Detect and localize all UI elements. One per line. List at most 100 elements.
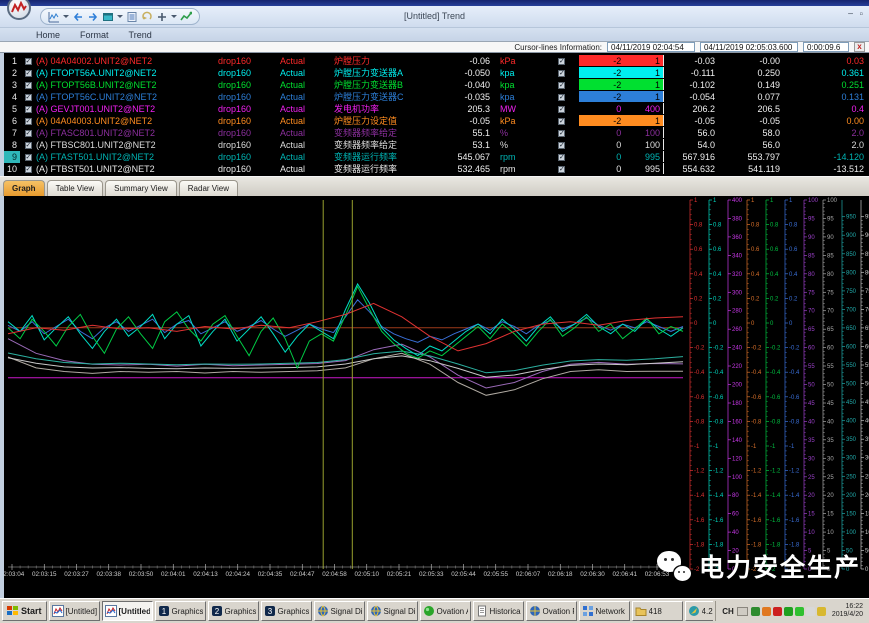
tray-icon-vpn[interactable] bbox=[751, 607, 760, 616]
g1-icon: 1 bbox=[158, 605, 170, 617]
axis-freq-setpoint-b: 1009590858075706560555045403530252015105… bbox=[823, 198, 838, 573]
scale-range[interactable]: -21 bbox=[579, 79, 664, 90]
taskbar-button[interactable]: [Untitled] T... bbox=[102, 601, 153, 621]
taskbar-button[interactable]: Historical Re... bbox=[473, 601, 524, 621]
tab-summary-view[interactable]: Summary View bbox=[105, 180, 177, 196]
start-button[interactable]: Start bbox=[2, 601, 47, 621]
table-row[interactable]: 5✓(A) GEVJT001.UNIT2@NET2drop160Actual发电… bbox=[4, 103, 869, 115]
taskbar-button[interactable]: Signal Diagra... bbox=[314, 601, 365, 621]
cursor2-value: -0.00 bbox=[719, 55, 784, 67]
pen-visible-checkbox[interactable]: ✓ bbox=[20, 91, 36, 103]
pen-visible-checkbox[interactable]: ✓ bbox=[20, 115, 36, 127]
scale-checkbox[interactable]: ✓ bbox=[544, 163, 579, 175]
tab-table-view[interactable]: Table View bbox=[47, 180, 104, 196]
pen-visible-checkbox[interactable]: ✓ bbox=[20, 163, 36, 175]
tray-icon-network[interactable] bbox=[784, 607, 793, 616]
tab-radar-view[interactable]: Radar View bbox=[179, 180, 238, 196]
checkbox-icon: ✓ bbox=[25, 70, 32, 77]
drop-name: drop160 bbox=[206, 79, 266, 91]
tag-name: (A) FTOPT56B.UNIT2@NET2 bbox=[36, 79, 206, 91]
tab-graph[interactable]: Graph bbox=[3, 180, 45, 196]
scale-range[interactable]: 0995 bbox=[579, 151, 664, 162]
pen-visible-checkbox[interactable]: ✓ bbox=[20, 67, 36, 79]
cursor-end-time: 04/11/2019 02:05:03.600 bbox=[700, 42, 798, 52]
scale-range[interactable]: -21 bbox=[579, 115, 664, 126]
axis-tick-label: 250 bbox=[846, 474, 857, 480]
scale-checkbox[interactable]: ✓ bbox=[544, 67, 579, 79]
ribbon-tab-format[interactable]: Format bbox=[80, 30, 109, 40]
taskbar-button[interactable]: Ovation Alar... bbox=[420, 601, 471, 621]
mode-label: Actual bbox=[266, 103, 318, 115]
pen-visible-checkbox[interactable]: ✓ bbox=[20, 55, 36, 67]
scale-checkbox[interactable]: ✓ bbox=[544, 55, 579, 67]
tray-icon-alert[interactable] bbox=[773, 607, 782, 616]
scale-range[interactable]: -21 bbox=[579, 91, 664, 102]
scale-range[interactable]: 0100 bbox=[579, 127, 664, 138]
axis-tick-label: -0.4 bbox=[751, 370, 762, 376]
axis-tick-label: -1.6 bbox=[713, 518, 724, 524]
axis-tick-label: 1 bbox=[770, 198, 774, 204]
table-row[interactable]: 2✓(A) FTOPT56A.UNIT2@NET2drop160Actual炉膛… bbox=[4, 67, 869, 79]
scale-max: 1 bbox=[623, 67, 663, 78]
scale-range[interactable]: -21 bbox=[579, 67, 664, 78]
globe-icon bbox=[370, 605, 382, 617]
restore-button[interactable]: ▫ bbox=[859, 9, 863, 20]
taskbar-button[interactable]: [Untitled] Tr... bbox=[49, 601, 100, 621]
taskbar-button[interactable]: Signal Diagra... bbox=[367, 601, 418, 621]
taskbar-button[interactable]: Ovation Poin... bbox=[526, 601, 577, 621]
table-row[interactable]: 9✓(A) FTAST501.UNIT2@NET2drop160Actual变频… bbox=[4, 151, 869, 163]
scale-range[interactable]: 0995 bbox=[579, 163, 664, 174]
pen-visible-checkbox[interactable]: ✓ bbox=[20, 127, 36, 139]
scale-checkbox[interactable]: ✓ bbox=[544, 79, 579, 91]
axis-tick-label: 40 bbox=[827, 419, 834, 425]
axis-tick-label: 450 bbox=[846, 400, 857, 406]
keyboard-icon[interactable] bbox=[737, 607, 748, 616]
tray-icon-update[interactable] bbox=[817, 607, 826, 616]
table-row[interactable]: 8✓(A) FTBSC801.UNIT2@NET2drop160Actual变频… bbox=[4, 139, 869, 151]
tray-icon-status[interactable] bbox=[795, 607, 804, 616]
trend-plot[interactable]: 02:03:0402:03:1502:03:2702:03:3802:03:50… bbox=[4, 196, 869, 598]
row-number: 5 bbox=[4, 103, 20, 115]
scale-checkbox[interactable]: ✓ bbox=[544, 103, 579, 115]
table-row[interactable]: 10✓(A) FTBST501.UNIT2@NET2drop160Actual变… bbox=[4, 163, 869, 175]
value-axes: 10.80.60.40.20-0.2-0.4-0.6-0.8-1-1.2-1.4… bbox=[690, 198, 869, 573]
time-tick-label: 02:03:50 bbox=[129, 571, 154, 578]
ribbon-tab-home[interactable]: Home bbox=[36, 30, 60, 40]
scale-range[interactable]: 0400 bbox=[579, 103, 664, 114]
table-row[interactable]: 3✓(A) FTOPT56B.UNIT2@NET2drop160Actual炉膛… bbox=[4, 79, 869, 91]
axis-tick-label: 20 bbox=[827, 493, 834, 499]
pen-visible-checkbox[interactable]: ✓ bbox=[20, 103, 36, 115]
table-row[interactable]: 1✓(A) 04A04002.UNIT2@NET2drop160Actual炉膛… bbox=[4, 55, 869, 67]
table-row[interactable]: 4✓(A) FTOPT56C.UNIT2@NET2drop160Actual炉膛… bbox=[4, 91, 869, 103]
taskbar-button[interactable]: 3Graphics - -... bbox=[261, 601, 312, 621]
scale-checkbox[interactable]: ✓ bbox=[544, 151, 579, 163]
taskbar-button[interactable]: 4.2负压调... bbox=[685, 601, 714, 621]
tray-icon-volume[interactable] bbox=[762, 607, 771, 616]
taskbar-button[interactable]: Network and... bbox=[579, 601, 630, 621]
table-row[interactable]: 7✓(A) FTASC801.UNIT2@NET2drop160Actual变频… bbox=[4, 127, 869, 139]
close-cursor-info-icon[interactable]: x bbox=[854, 42, 865, 52]
tray-icon-flag[interactable] bbox=[806, 607, 815, 616]
pen-visible-checkbox[interactable]: ✓ bbox=[20, 151, 36, 163]
scale-checkbox[interactable]: ✓ bbox=[544, 139, 579, 151]
axis-tick-label: 0.2 bbox=[713, 296, 722, 302]
language-indicator[interactable]: CH bbox=[722, 607, 734, 616]
taskbar-button[interactable]: 1Graphics - -... bbox=[155, 601, 206, 621]
cursor1-value: 56.0 bbox=[664, 127, 719, 139]
ribbon-tab-trend[interactable]: Trend bbox=[129, 30, 152, 40]
taskbar-button[interactable]: 2Graphics - -... bbox=[208, 601, 259, 621]
table-row[interactable]: 6✓(A) 04A04003.UNIT2@NET2drop160Actual炉膛… bbox=[4, 115, 869, 127]
pen-visible-checkbox[interactable]: ✓ bbox=[20, 79, 36, 91]
scale-range[interactable]: 0100 bbox=[579, 139, 664, 150]
axis-tick-label: 0.8 bbox=[751, 223, 760, 229]
scale-checkbox[interactable]: ✓ bbox=[544, 91, 579, 103]
scale-range[interactable]: -21 bbox=[579, 55, 664, 66]
drop-name: drop160 bbox=[206, 103, 266, 115]
scale-checkbox[interactable]: ✓ bbox=[544, 115, 579, 127]
trend-icon bbox=[105, 605, 117, 617]
minimize-button[interactable]: − bbox=[848, 9, 854, 20]
axis-generator-power: 4003803603403203002802602402202001801601… bbox=[728, 198, 743, 573]
pen-visible-checkbox[interactable]: ✓ bbox=[20, 139, 36, 151]
taskbar-button[interactable]: 418 bbox=[632, 601, 683, 621]
scale-checkbox[interactable]: ✓ bbox=[544, 127, 579, 139]
